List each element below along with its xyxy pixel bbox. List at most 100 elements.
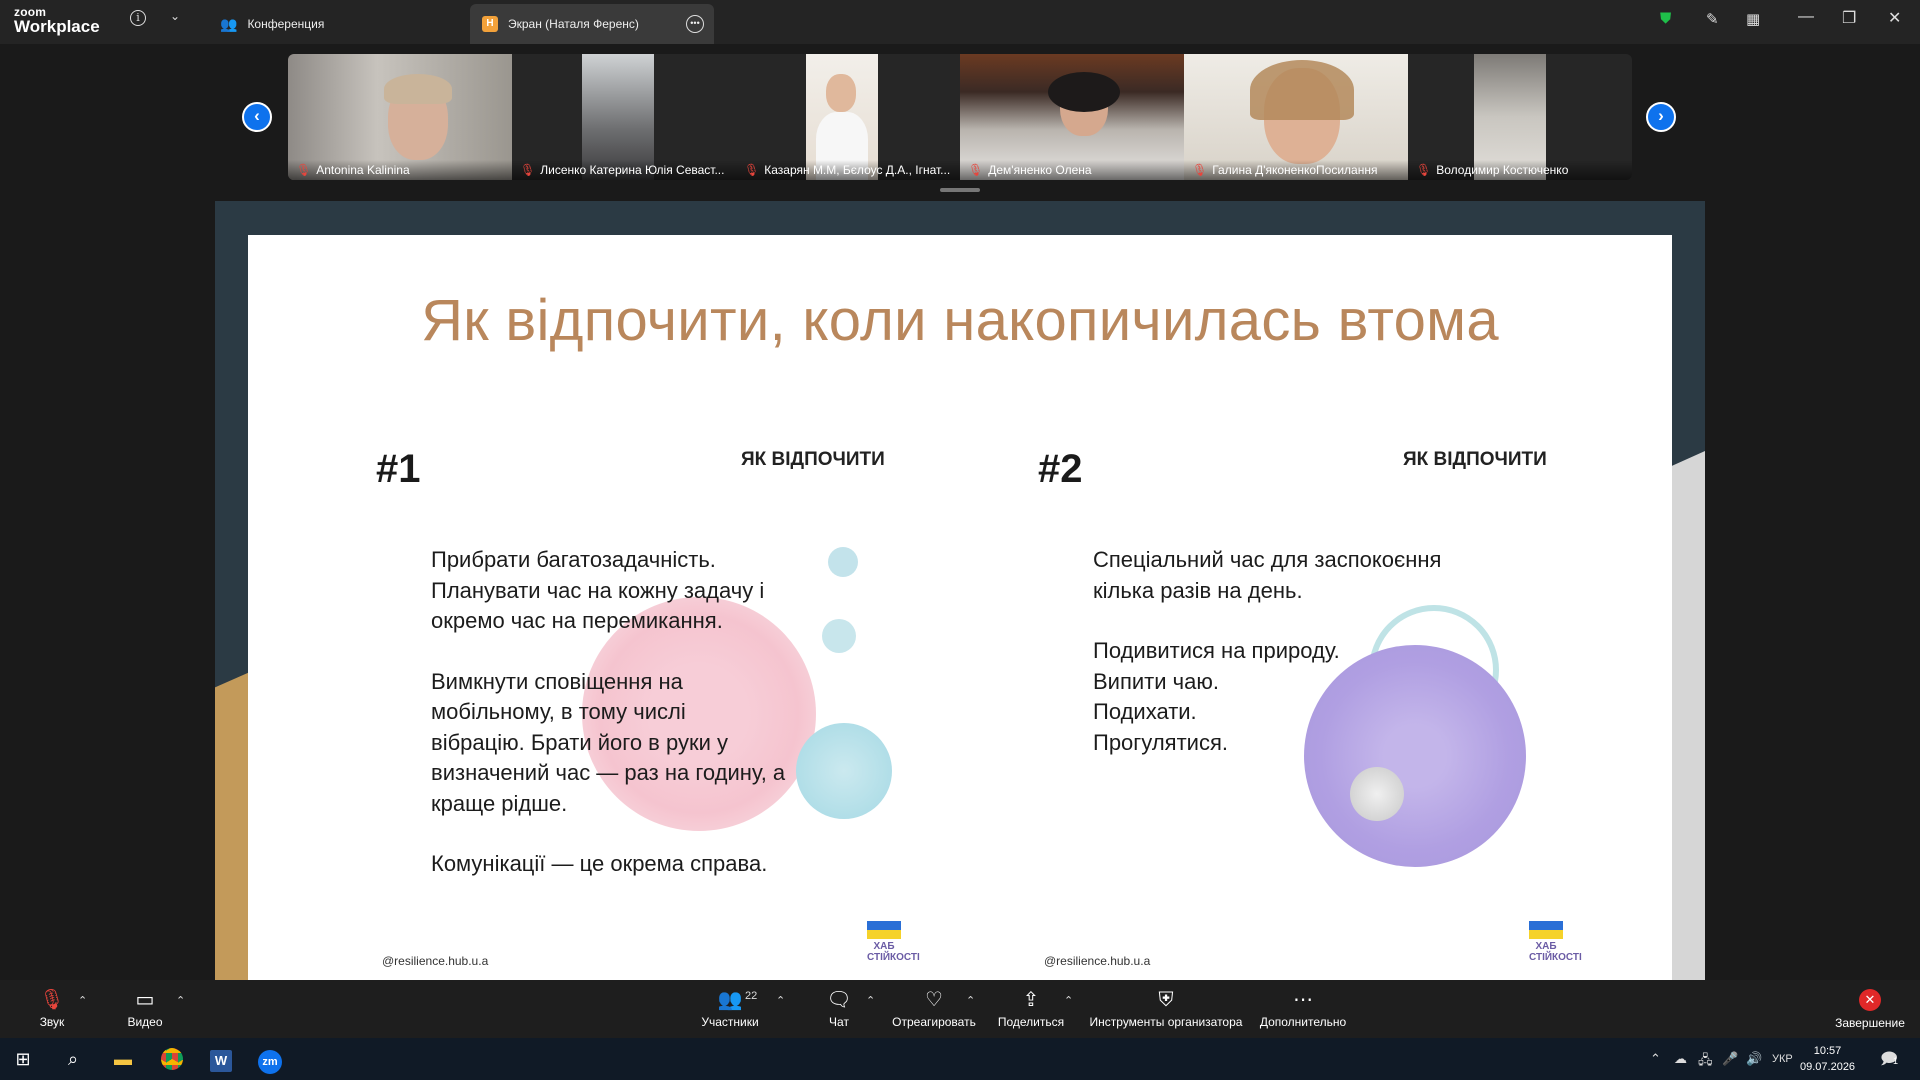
section-header-2: ЯК ВІДПОЧИТИ (1403, 449, 1547, 470)
participant-tile[interactable]: 🎙 Галина Д'яконенкоПосилання (1184, 54, 1408, 180)
mic-muted-icon: 🎙 (744, 163, 760, 177)
paragraph: Вимкнути сповіщення на мобільному, в том… (431, 668, 786, 816)
participant-name-bar: 🎙 Дем'яненко Олена (960, 160, 1184, 180)
participant-tile[interactable]: 🎙 Казарян М.М, Бєлоус Д.А., Ігнат... (736, 54, 960, 180)
minimize-icon[interactable]: — (1798, 8, 1814, 26)
title-bar: zoom Workplace i ⌄ 👥 Конференция Н Экран… (0, 0, 1920, 44)
mic-muted-icon: 🎙 (968, 163, 984, 177)
react-label: Отреагировать (892, 1015, 976, 1029)
audio-options-caret[interactable]: ⌃ (78, 994, 87, 1007)
word-icon[interactable]: W (206, 1044, 236, 1074)
section-header-1: ЯК ВІДПОЧИТИ (741, 449, 885, 470)
close-icon[interactable]: ✕ (1888, 8, 1901, 28)
clock-time: 10:57 (1813, 1045, 1842, 1057)
paragraph: Подивитися на природу. Випити чаю. Подих… (1093, 638, 1340, 755)
end-meeting-button[interactable]: ✕ Завершение (1834, 980, 1906, 1038)
restore-icon[interactable]: ❐ (1842, 8, 1856, 28)
mic-muted-icon: 🎙 (296, 163, 312, 177)
tab-conference-label: Конференция (247, 17, 325, 31)
share-options-caret[interactable]: ⌃ (1064, 994, 1073, 1007)
share-label: Поделиться (997, 1015, 1065, 1029)
participants-icon: 👥 (717, 989, 743, 1011)
video-button[interactable]: ▭ Видео (120, 980, 170, 1038)
participant-name: Antonina Kalinina (316, 163, 410, 177)
video-options-caret[interactable]: ⌃ (176, 994, 185, 1007)
volume-icon[interactable]: 🔊 (1746, 1051, 1762, 1067)
more-icon[interactable]: ••• (686, 15, 704, 33)
mic-muted-icon: 🎙 (520, 163, 536, 177)
next-page-button[interactable]: › (1646, 102, 1676, 132)
tab-conference[interactable]: 👥 Конференция (210, 4, 460, 44)
more-label: Дополнительно (1259, 1015, 1347, 1029)
participant-tile[interactable]: 🎙 Лисенко Катерина Юлія Севаст... (512, 54, 736, 180)
share-screen-icon: ⇪ (1022, 989, 1040, 1011)
host-tools-label: Инструменты организатора (1089, 1015, 1243, 1029)
onedrive-icon[interactable]: ☁ (1674, 1051, 1687, 1067)
clock[interactable]: 10:57 09.07.2026 (1800, 1043, 1855, 1075)
chat-icon: 🗨 (826, 989, 852, 1011)
gallery-view-icon[interactable]: ▦ (1746, 10, 1760, 28)
file-explorer-icon[interactable]: ▬ (108, 1044, 138, 1074)
tray-chevron-icon[interactable]: ⌃ (1650, 1051, 1661, 1067)
shield-icon[interactable]: ⛊ (1660, 10, 1671, 27)
hub-logo: ХАБ СТІЙКОСТІ (867, 941, 920, 963)
section-number-2: #2 (1038, 447, 1083, 491)
paragraph: Спеціальний час для заспокоєння кілька р… (1093, 547, 1442, 603)
participant-tile[interactable]: 🎙 Дем'яненко Олена (960, 54, 1184, 180)
participant-tile[interactable]: 🎙 Володимир Костюченко (1408, 54, 1632, 180)
share-button[interactable]: ⇪ Поделиться (996, 980, 1066, 1038)
chrome-icon[interactable] (157, 1044, 187, 1074)
chat-button[interactable]: 🗨 Чат (820, 980, 858, 1038)
participant-strip: 🎙 Antonina Kalinina 🎙 Лисенко Катерина Юлі… (288, 54, 1632, 180)
section-number-1: #1 (376, 447, 421, 491)
end-label: Завершение (1835, 1015, 1905, 1030)
left-body-text: Прибрати багатозадачність. Планувати час… (431, 545, 871, 910)
more-button[interactable]: ⋯ Дополнительно (1260, 980, 1346, 1038)
strip-resize-handle[interactable] (940, 188, 980, 192)
presenter-badge: Н (482, 16, 498, 32)
prev-page-button[interactable]: ‹ (242, 102, 272, 132)
hub-logo: ХАБ СТІЙКОСТІ (1529, 941, 1582, 963)
participant-name: Дем'яненко Олена (988, 163, 1092, 177)
chat-label: Чат (829, 1015, 849, 1029)
react-options-caret[interactable]: ⌃ (966, 994, 975, 1007)
chevron-down-icon[interactable]: ⌄ (170, 9, 180, 23)
clock-date: 09.07.2026 (1800, 1061, 1856, 1073)
tab-screen-share[interactable]: Н Экран (Наталя Ференс) ••• (470, 4, 714, 44)
paragraph: Комунікації — це окрема справа. (431, 851, 768, 876)
react-button[interactable]: ♡ Отреагировать (890, 980, 978, 1038)
search-icon[interactable]: ⌕ (58, 1044, 88, 1074)
paragraph: Прибрати багатозадачність. Планувати час… (431, 547, 765, 633)
ukraine-flag-icon (867, 921, 901, 939)
participant-name-bar: 🎙 Володимир Костюченко (1408, 160, 1632, 180)
info-icon[interactable]: i (130, 10, 146, 26)
social-handle: @resilience.hub.u.a (382, 954, 489, 968)
host-tools-button[interactable]: ⛨ Инструменты организатора (1088, 980, 1244, 1038)
participants-count: 22 (745, 990, 758, 1002)
participant-name: Володимир Костюченко (1436, 163, 1569, 177)
mic-muted-icon: 🎙 (39, 989, 65, 1011)
audio-button[interactable]: 🎙 Звук (30, 980, 74, 1038)
windows-start-icon[interactable]: ⊞ (8, 1044, 38, 1074)
zoom-app-icon[interactable]: zm (255, 1044, 285, 1074)
heart-icon: ♡ (925, 989, 943, 1011)
participants-button[interactable]: 👥 Участники (694, 980, 766, 1038)
chat-options-caret[interactable]: ⌃ (866, 994, 875, 1007)
slide-title: Як відпочити, коли накопичилась втома (421, 288, 1499, 353)
tab-screen-label: Экран (Наталя Ференс) (508, 17, 639, 31)
participants-options-caret[interactable]: ⌃ (776, 994, 785, 1007)
right-body-text: Спеціальний час для заспокоєння кілька р… (1093, 545, 1533, 788)
participant-name: Галина Д'яконенкоПосилання (1212, 163, 1378, 177)
presentation-slide: Як відпочити, коли накопичилась втома #1… (248, 235, 1672, 981)
end-icon: ✕ (1859, 988, 1881, 1011)
language-indicator[interactable]: УКР (1772, 1053, 1793, 1065)
social-handle: @resilience.hub.u.a (1044, 954, 1151, 968)
shared-screen: Як відпочити, коли накопичилась втома #1… (215, 201, 1705, 981)
microphone-icon[interactable]: 🎤 (1722, 1051, 1738, 1067)
participant-tile[interactable]: 🎙 Antonina Kalinina (288, 54, 512, 180)
network-icon[interactable]: 🖧 (1698, 1051, 1713, 1073)
annotate-icon[interactable]: ✎ (1706, 10, 1719, 28)
people-icon: 👥 (220, 15, 238, 32)
notifications-count: 1 (1893, 1056, 1899, 1066)
meeting-toolbar: 🎙 Звук ⌃ ▭ Видео ⌃ 👥 Участники 22 ⌃ 🗨 Ча… (0, 980, 1920, 1038)
